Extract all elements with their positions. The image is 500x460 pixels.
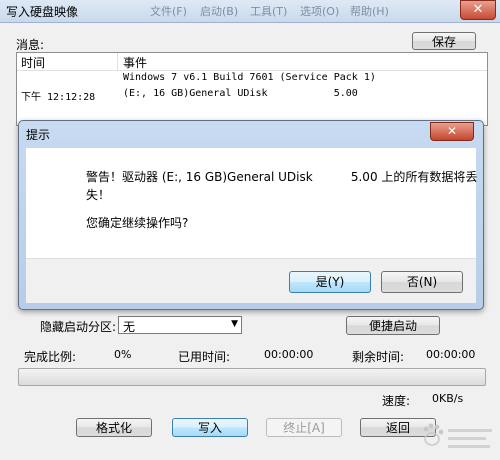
elapsed-value: 00:00:00 <box>264 348 314 361</box>
stop-button[interactable]: 终止[A] <box>266 418 342 437</box>
remaining-label: 剩余时间: <box>352 350 405 364</box>
ghost-menu-item: 工具(T) <box>250 5 288 18</box>
ghost-menu-item: 帮助(H) <box>350 5 389 18</box>
done-label: 完成比例: <box>24 350 77 364</box>
close-icon: ✕ <box>472 2 484 17</box>
dialog-body: 警告！驱动器 (E:, 16 GB)General UDisk 5.00 上的所… <box>26 148 478 258</box>
elapsed-label: 已用时间: <box>178 350 231 364</box>
log-event-cell: Windows 7 v6.1 Build 7601 (Service Pack … <box>123 72 376 83</box>
dialog-footer: 是(Y) 否(N) <box>26 258 476 303</box>
yes-button[interactable]: 是(Y) <box>289 271 371 293</box>
log-event-cell: (E:, 16 GB)General UDisk 5.00 <box>123 88 358 99</box>
log-label: 消息: <box>16 38 45 52</box>
remaining-value: 00:00:00 <box>426 348 476 361</box>
warning-text-line1: 警告！驱动器 (E:, 16 GB)General UDisk 5.00 上的所… <box>86 170 478 184</box>
window-close-button[interactable]: ✕ <box>460 0 496 20</box>
ghost-menu-item: 文件(F) <box>150 5 187 18</box>
progress-bar <box>18 368 486 386</box>
column-header-event: 事件 <box>123 56 148 70</box>
window-title: 写入硬盘映像 <box>6 5 79 19</box>
quick-boot-button[interactable]: 便捷启动 <box>346 316 440 335</box>
confirm-question: 您确定继续操作吗? <box>86 216 189 230</box>
watermark-logo <box>418 417 496 455</box>
speed-label: 速度: <box>382 394 411 408</box>
log-table[interactable]: 时间 事件 Windows 7 v6.1 Build 7601 (Service… <box>16 52 488 126</box>
format-button[interactable]: 格式化 <box>76 418 152 437</box>
dialog-close-button[interactable]: ✕ <box>430 122 474 141</box>
dialog-title: 提示 <box>26 128 51 142</box>
save-button[interactable]: 保存 <box>412 32 476 50</box>
write-button[interactable]: 写入 <box>172 418 248 437</box>
hidden-partition-value: 无 <box>123 320 136 334</box>
hidden-partition-label: 隐藏启动分区: <box>40 320 117 334</box>
log-time-cell: 下午 12:12:28 <box>21 92 96 103</box>
close-icon: ✕ <box>446 124 458 138</box>
column-header-time: 时间 <box>21 56 46 70</box>
paw-icon <box>423 423 492 448</box>
title-bar: 写入硬盘映像 文件(F) 启动(B) 工具(T) 选项(O) 帮助(H) ✕ <box>0 0 500 23</box>
column-divider <box>117 53 118 70</box>
chevron-down-icon: ▼ <box>231 319 238 329</box>
done-value: 0% <box>114 348 132 361</box>
ghost-menu-item: 启动(B) <box>200 5 239 18</box>
ghost-menu-item: 选项(O) <box>300 5 340 18</box>
no-button[interactable]: 否(N) <box>381 271 463 293</box>
warning-text-line2: 失！ <box>86 188 111 202</box>
hidden-partition-select[interactable]: 无 ▼ <box>118 316 242 334</box>
log-header: 时间 事件 <box>17 53 487 71</box>
confirm-dialog: 提示 ✕ 警告！驱动器 (E:, 16 GB)General UDisk 5.0… <box>18 120 484 310</box>
speed-value: 0KB/s <box>432 392 464 405</box>
